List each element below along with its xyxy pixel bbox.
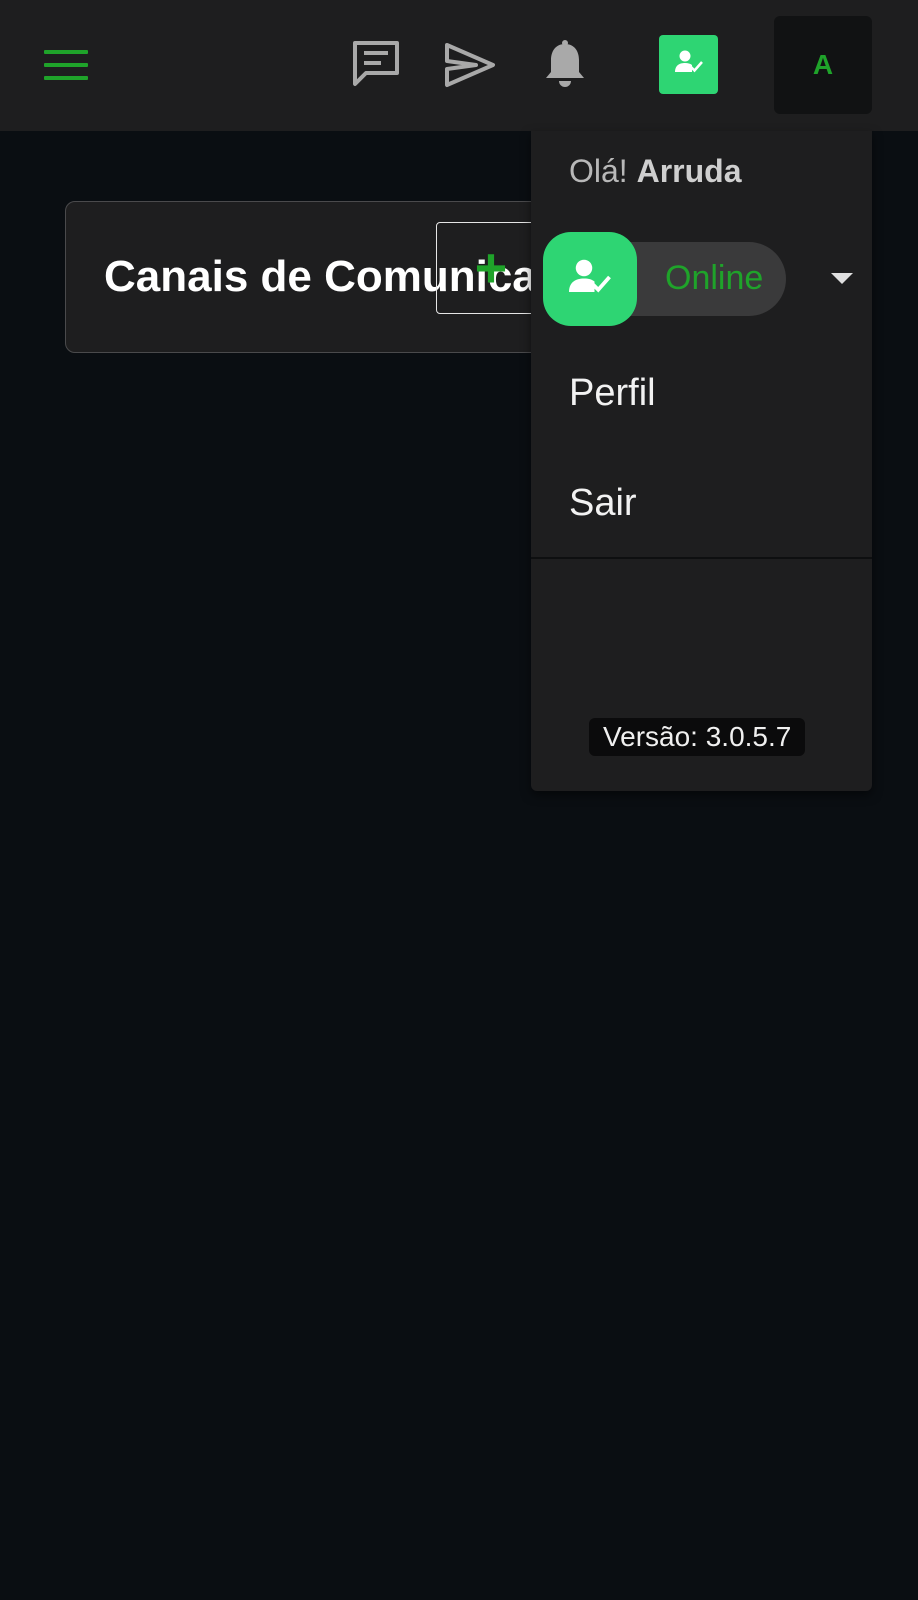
chevron-down-icon[interactable] xyxy=(831,273,853,284)
greeting: Olá! Arruda xyxy=(569,153,741,190)
top-app-bar: A xyxy=(0,0,918,131)
user-check-icon xyxy=(569,259,611,300)
menu-item-label: Sair xyxy=(569,481,637,524)
status-label: Online xyxy=(665,259,764,297)
menu-item-sair[interactable]: Sair xyxy=(531,448,872,558)
send-icon[interactable] xyxy=(444,42,496,88)
add-channel-button[interactable]: + xyxy=(436,222,546,314)
divider xyxy=(531,557,872,559)
status-button[interactable] xyxy=(659,35,718,94)
hamburger-menu-icon[interactable] xyxy=(44,50,88,80)
avatar-letter: A xyxy=(812,49,834,80)
menu-item-perfil[interactable]: Perfil xyxy=(531,338,872,448)
status-select[interactable]: Online xyxy=(543,232,786,326)
chat-icon[interactable] xyxy=(351,40,401,88)
status-knob xyxy=(543,232,637,326)
user-menu: Olá! Arruda Online Perfil Sair Versão: 3… xyxy=(531,131,872,791)
version-badge: Versão: 3.0.5.7 xyxy=(589,718,806,756)
greeting-prefix: Olá! xyxy=(569,153,637,189)
avatar[interactable]: A xyxy=(774,16,872,114)
plus-icon: + xyxy=(474,236,508,299)
user-check-icon xyxy=(674,50,703,79)
user-name: Arruda xyxy=(636,153,742,189)
bell-icon[interactable] xyxy=(544,40,586,90)
menu-item-label: Perfil xyxy=(569,371,656,414)
